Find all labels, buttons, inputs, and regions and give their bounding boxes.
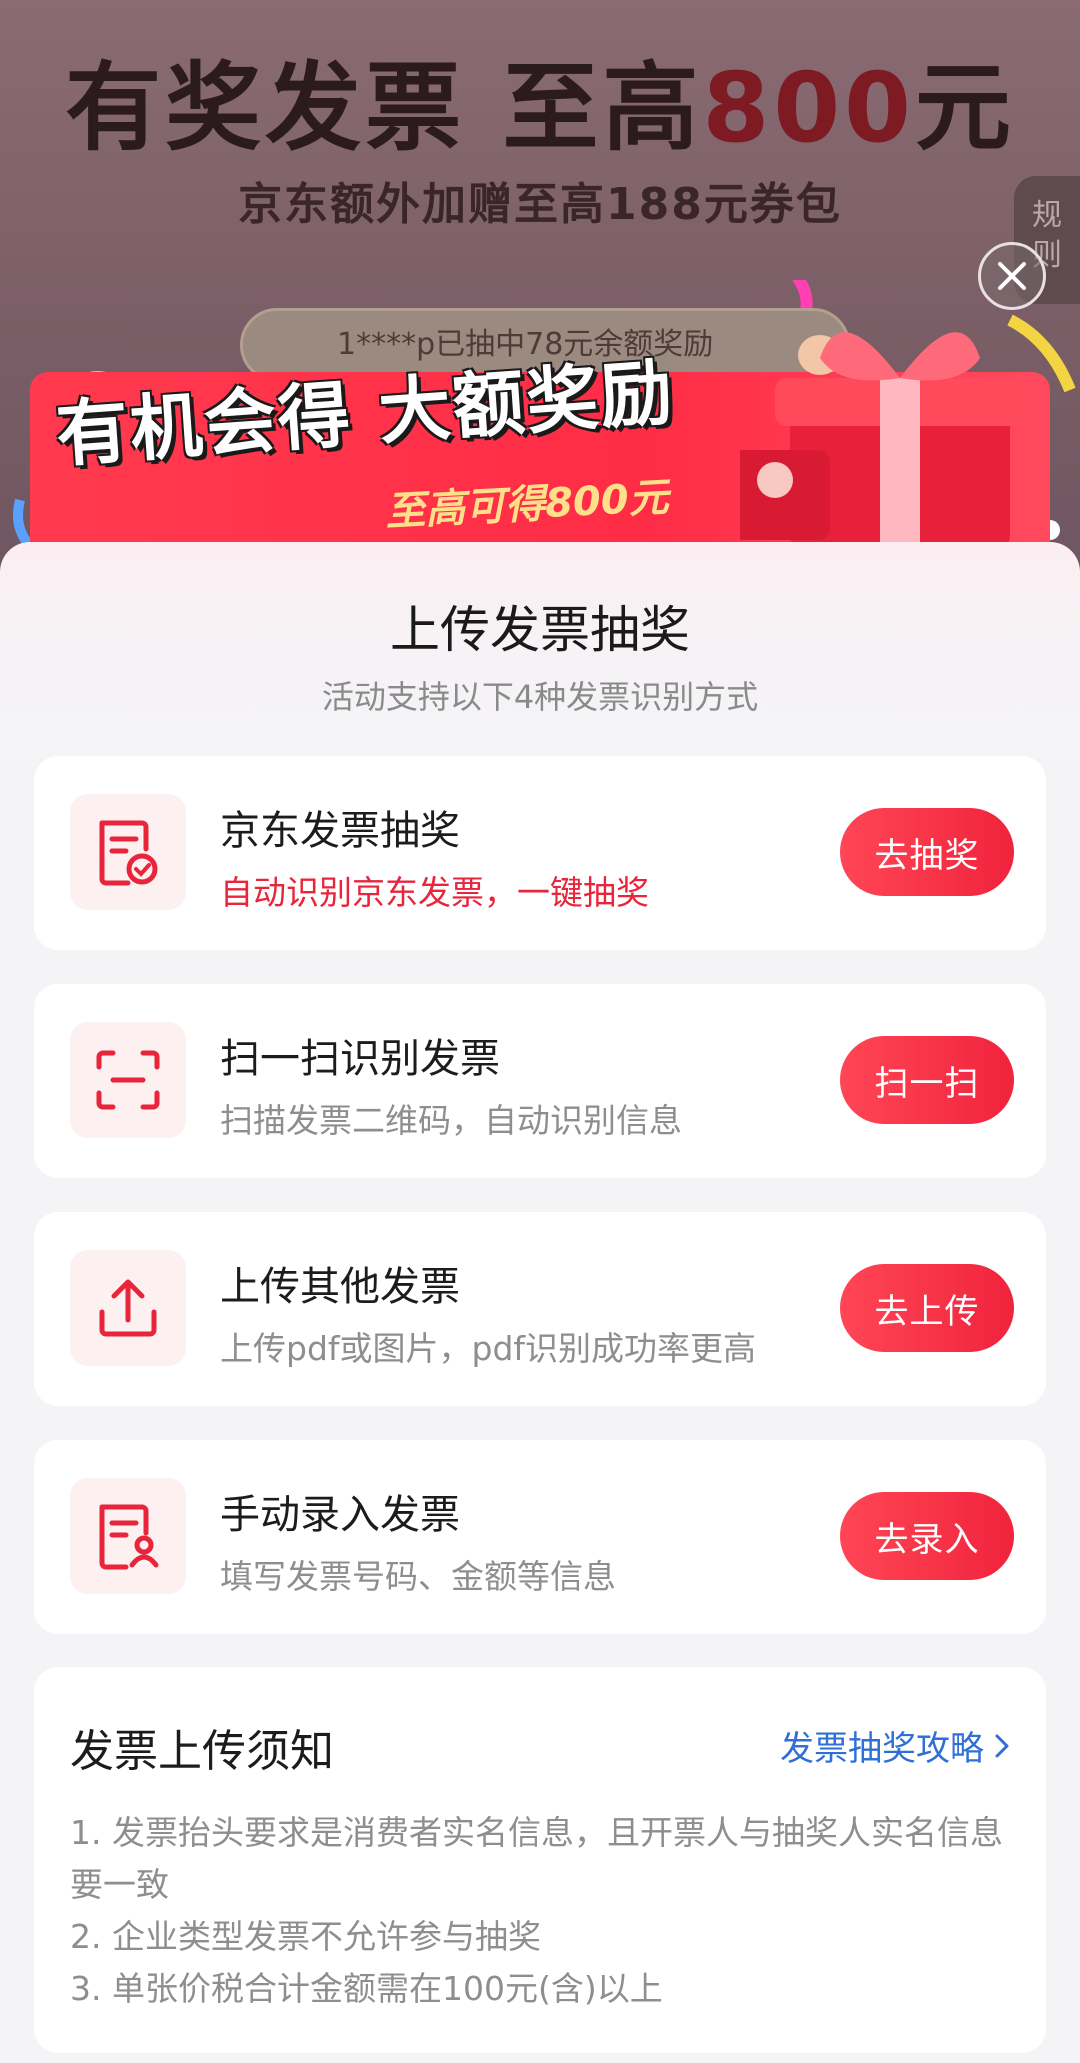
headline-prefix: 有奖发票 至高 — [65, 52, 703, 164]
sheet-title: 上传发票抽奖 — [390, 601, 690, 659]
upload-notice-card: 发票上传须知 发票抽奖攻略 1. 发票抬头要求是消费者实名信息，且开票人与抽奖人… — [34, 1667, 1046, 2053]
method-card-upload: 上传其他发票 上传pdf或图片，pdf识别成功率更高 去上传 — [34, 1212, 1046, 1406]
method-desc: 上传pdf或图片，pdf识别成功率更高 — [220, 1329, 757, 1368]
notice-list: 1. 发票抬头要求是消费者实名信息，且开票人与抽奖人实名信息要一致 2. 企业类… — [70, 1807, 1010, 2015]
method-icon-box — [70, 1250, 186, 1366]
method-title: 上传其他发票 — [220, 1264, 460, 1310]
upload-button[interactable]: 去上传 — [840, 1264, 1014, 1352]
close-icon — [998, 262, 1026, 290]
method-desc: 填写发票号码、金额等信息 — [220, 1557, 616, 1596]
notice-item: 3. 单张价税合计金额需在100元(含)以上 — [70, 1969, 663, 2008]
upload-icon — [99, 1279, 157, 1337]
notice-title: 发票上传须知 — [70, 1726, 334, 1777]
notice-item: 1. 发票抬头要求是消费者实名信息，且开票人与抽奖人实名信息要一致 — [70, 1813, 1003, 1904]
method-icon-box — [70, 794, 186, 910]
promo-subline: 京东额外加赠至高188元券包 — [238, 179, 842, 230]
scan-button[interactable]: 扫一扫 — [840, 1036, 1014, 1124]
invoice-person-icon — [99, 1504, 159, 1570]
chevron-right-icon — [995, 1734, 1009, 1757]
notice-item: 2. 企业类型发票不允许参与抽奖 — [70, 1917, 541, 1956]
method-desc: 扫描发票二维码，自动识别信息 — [220, 1101, 682, 1140]
headline-suffix: 元 — [914, 52, 1015, 164]
method-desc: 自动识别京东发票，一键抽奖 — [220, 873, 649, 912]
gift-box-icon — [740, 332, 1025, 550]
invoice-upload-sheet: 上传发票抽奖 活动支持以下4种发票识别方式 京东发票抽奖 自动识别京东发票，一键… — [0, 542, 1080, 2063]
scan-icon — [96, 1050, 160, 1110]
method-icon-box — [70, 1022, 186, 1138]
headline-amount: 800 — [702, 52, 915, 164]
method-card-scan: 扫一扫识别发票 扫描发票二维码，自动识别信息 扫一扫 — [34, 984, 1046, 1178]
method-card-jd-invoice: 京东发票抽奖 自动识别京东发票，一键抽奖 去抽奖 — [34, 756, 1046, 950]
method-title: 手动录入发票 — [220, 1492, 460, 1538]
lottery-guide-link[interactable]: 发票抽奖攻略 — [780, 1721, 1010, 1770]
manual-entry-button[interactable]: 去录入 — [840, 1492, 1014, 1580]
close-button[interactable] — [978, 242, 1046, 310]
promo-headline: 有奖发票 至高800元 — [0, 30, 1080, 169]
sheet-subtitle: 活动支持以下4种发票识别方式 — [321, 678, 759, 716]
invoice-check-icon — [99, 820, 158, 886]
draw-button[interactable]: 去抽奖 — [840, 808, 1014, 896]
method-title: 扫一扫识别发票 — [220, 1036, 500, 1082]
promo-banner: 1****p已抽中78元余额奖励 有机会得 大额奖励 至高可得800元 — [0, 280, 1080, 560]
method-icon-box — [70, 1478, 186, 1594]
method-title: 京东发票抽奖 — [220, 808, 460, 854]
method-card-manual: 手动录入发票 填写发票号码、金额等信息 去录入 — [34, 1440, 1046, 1634]
lottery-guide-label: 发票抽奖攻略 — [780, 1729, 984, 1769]
